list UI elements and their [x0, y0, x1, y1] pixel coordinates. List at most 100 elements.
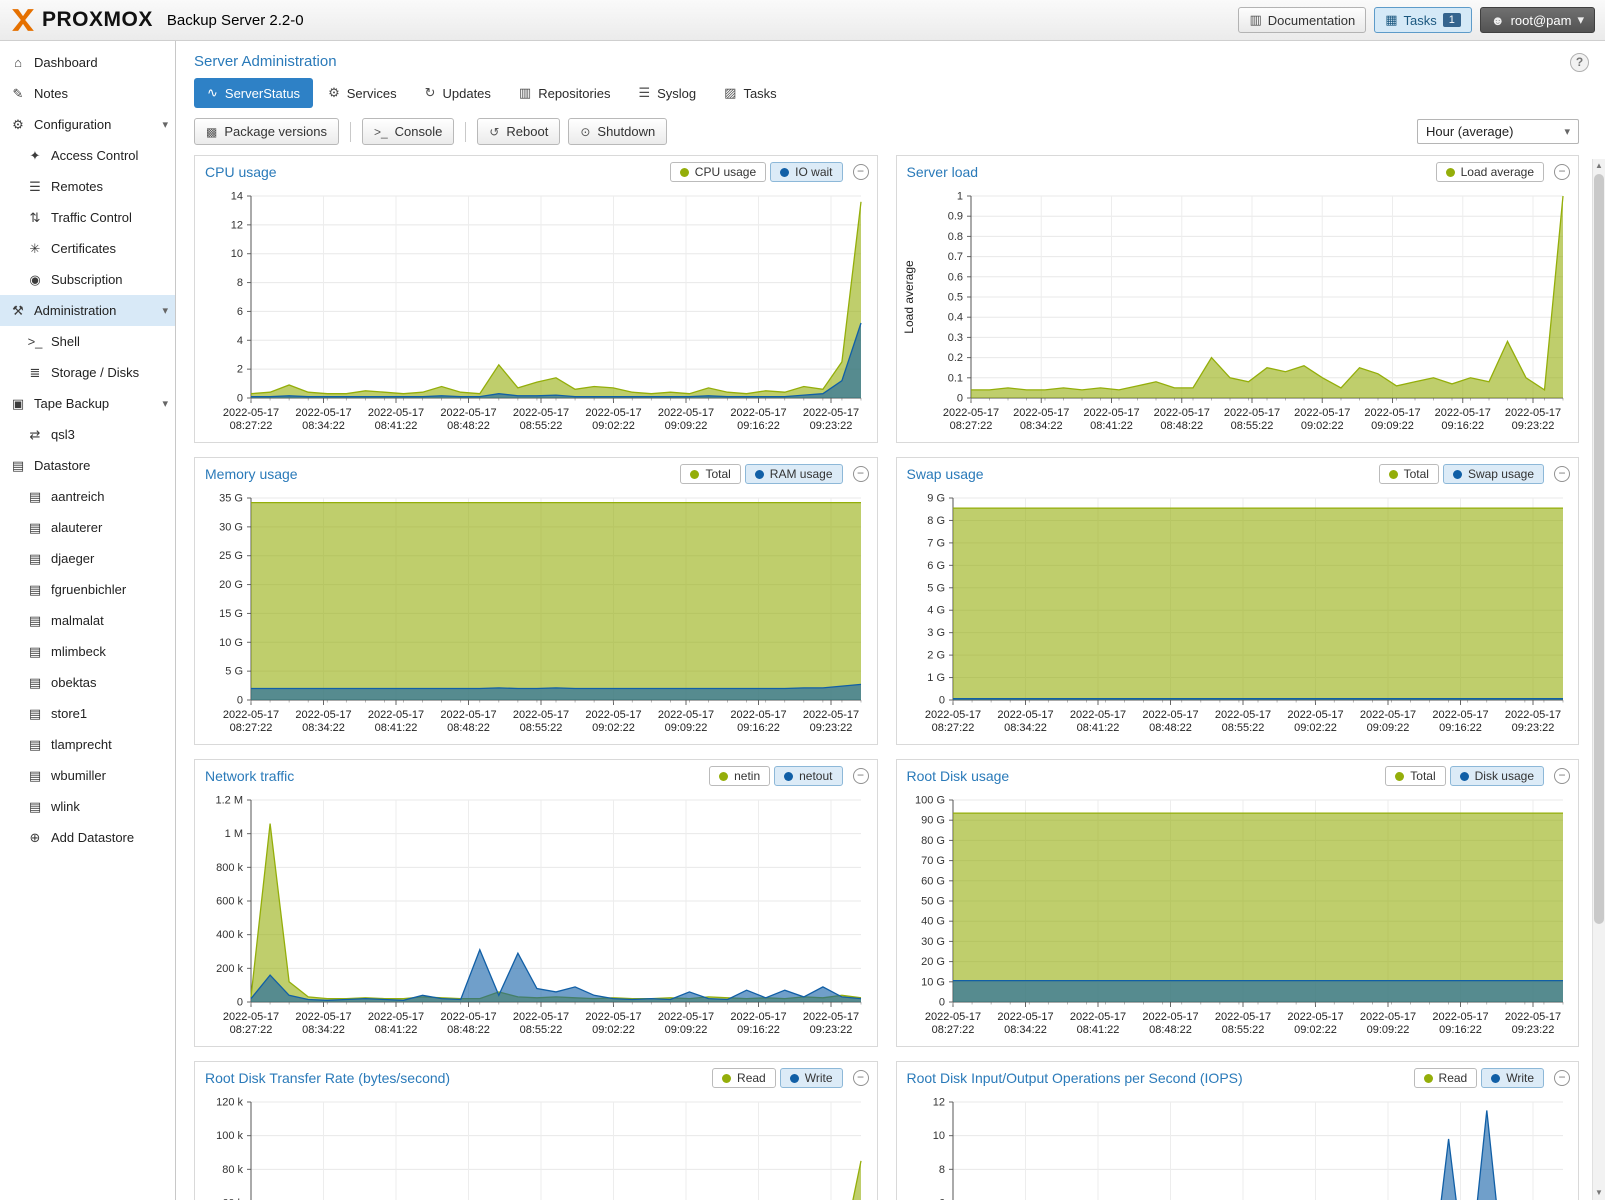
sidebar-item-remotes[interactable]: ☰Remotes — [0, 171, 175, 202]
svg-text:08:27:22: 08:27:22 — [931, 722, 974, 734]
sidebar-item-certificates[interactable]: ✳Certificates — [0, 233, 175, 264]
legend-button-write[interactable]: Write — [780, 1068, 843, 1088]
legend-button-cpu-usage[interactable]: CPU usage — [670, 162, 766, 182]
package-versions-button[interactable]: ▩ Package versions — [194, 118, 339, 145]
chart-canvas: 0246810122022-05-1708:27:222022-05-1708:… — [897, 1092, 1577, 1200]
legend-button-netin[interactable]: netin — [709, 766, 770, 786]
collapse-tool-icon[interactable]: − — [853, 768, 869, 784]
tab-syslog[interactable]: ☰ Syslog — [625, 78, 709, 108]
sidebar-item-notes[interactable]: ✎Notes — [0, 78, 175, 109]
legend-button-netout[interactable]: netout — [774, 766, 842, 786]
sidebar-item-add-datastore[interactable]: ⊕Add Datastore — [0, 822, 175, 853]
expander-arrow-icon[interactable]: ▾ — [162, 397, 168, 410]
sidebar-item-administration[interactable]: ⚒Administration▾ — [0, 295, 175, 326]
collapse-tool-icon[interactable]: − — [853, 164, 869, 180]
sidebar-item-storage-disks[interactable]: ≣Storage / Disks — [0, 357, 175, 388]
sidebar-item-datastore[interactable]: ▤Datastore — [0, 450, 175, 481]
user-menu-button[interactable]: ☻ root@pam ▾ — [1480, 7, 1595, 33]
sidebar-item-datastore-malmalat[interactable]: ▤malmalat — [0, 605, 175, 636]
legend-button-disk-usage[interactable]: Disk usage — [1450, 766, 1544, 786]
expander-arrow-icon[interactable]: ▾ — [162, 118, 168, 131]
sidebar-item-traffic-control[interactable]: ⇅Traffic Control — [0, 202, 175, 233]
legend-button-write[interactable]: Write — [1481, 1068, 1544, 1088]
sidebar-item-datastore-store1[interactable]: ▤store1 — [0, 698, 175, 729]
vertical-scrollbar[interactable]: ▲ ▼ — [1592, 159, 1605, 1200]
sidebar-item-subscription[interactable]: ◉Subscription — [0, 264, 175, 295]
sidebar-item-tape-backup[interactable]: ▣Tape Backup▾ — [0, 388, 175, 419]
svg-text:09:02:22: 09:02:22 — [1300, 420, 1343, 432]
collapse-tool-icon[interactable]: − — [1554, 1070, 1570, 1086]
svg-text:09:16:22: 09:16:22 — [1439, 1024, 1482, 1036]
svg-text:2022-05-17: 2022-05-17 — [803, 1011, 859, 1023]
legend-label: Read — [737, 1071, 766, 1085]
scroll-down-icon[interactable]: ▼ — [1593, 1186, 1605, 1200]
sidebar-item-label: fgruenbichler — [51, 582, 126, 597]
collapse-tool-icon[interactable]: − — [1554, 768, 1570, 784]
collapse-tool-icon[interactable]: − — [1554, 466, 1570, 482]
tab-tasks[interactable]: ▨ Tasks — [711, 78, 790, 108]
expander-arrow-icon[interactable]: ▾ — [162, 304, 168, 317]
sidebar-item-datastore-wlink[interactable]: ▤wlink — [0, 791, 175, 822]
sidebar-item-datastore-tlamprecht[interactable]: ▤tlamprecht — [0, 729, 175, 760]
help-button[interactable]: ? — [1570, 53, 1589, 72]
legend-button-read[interactable]: Read — [1414, 1068, 1478, 1088]
legend-button-total[interactable]: Total — [680, 464, 740, 484]
svg-text:09:02:22: 09:02:22 — [592, 1024, 635, 1036]
tab-updates[interactable]: ↻ Updates — [412, 78, 504, 108]
sidebar-item-qsl3[interactable]: ⇄qsl3 — [0, 419, 175, 450]
svg-text:2022-05-17: 2022-05-17 — [295, 709, 351, 721]
sidebar-item-configuration[interactable]: ⚙Configuration▾ — [0, 109, 175, 140]
svg-text:09:09:22: 09:09:22 — [1366, 1024, 1409, 1036]
remotes-icon: ☰ — [27, 179, 43, 195]
chart-panel-header: Network trafficnetinnetout− — [195, 760, 877, 790]
legend-button-swap-usage[interactable]: Swap usage — [1443, 464, 1544, 484]
sidebar-item-datastore-alauterer[interactable]: ▤alauterer — [0, 512, 175, 543]
sidebar-item-label: aantreich — [51, 489, 104, 504]
tab-label: Syslog — [657, 86, 696, 101]
sidebar-item-datastore-wbumiller[interactable]: ▤wbumiller — [0, 760, 175, 791]
sidebar-item-datastore-obektas[interactable]: ▤obektas — [0, 667, 175, 698]
legend-button-ram-usage[interactable]: RAM usage — [745, 464, 843, 484]
chart-title: Memory usage — [205, 466, 298, 482]
reboot-button[interactable]: ↺ Reboot — [477, 118, 560, 145]
console-button[interactable]: >_ Console — [362, 118, 454, 145]
sidebar-item-datastore-aantreich[interactable]: ▤aantreich — [0, 481, 175, 512]
collapse-tool-icon[interactable]: − — [853, 1070, 869, 1086]
svg-text:2022-05-17: 2022-05-17 — [1214, 1011, 1270, 1023]
legend-label: netout — [799, 769, 832, 783]
svg-text:50 G: 50 G — [921, 896, 945, 908]
chart-legend: CPU usageIO wait — [670, 162, 843, 182]
sidebar-item-datastore-mlimbeck[interactable]: ▤mlimbeck — [0, 636, 175, 667]
collapse-tool-icon[interactable]: − — [1554, 164, 1570, 180]
legend-button-io-wait[interactable]: IO wait — [770, 162, 842, 182]
legend-button-read[interactable]: Read — [712, 1068, 776, 1088]
legend-button-total[interactable]: Total — [1379, 464, 1439, 484]
tab-serverstatus[interactable]: ∿ ServerStatus — [194, 78, 313, 108]
svg-text:100 G: 100 G — [915, 795, 945, 807]
svg-text:2022-05-17: 2022-05-17 — [1153, 407, 1209, 419]
sidebar-item-dashboard[interactable]: ⌂Dashboard — [0, 47, 175, 78]
tab-repositories[interactable]: ▥ Repositories — [506, 78, 624, 108]
scrollbar-thumb[interactable] — [1594, 174, 1604, 924]
legend-dot-icon — [1395, 772, 1404, 781]
svg-text:10: 10 — [932, 1130, 944, 1142]
scroll-up-icon[interactable]: ▲ — [1593, 159, 1605, 173]
legend-button-load-average[interactable]: Load average — [1436, 162, 1544, 182]
shutdown-button[interactable]: ⊙ Shutdown — [568, 118, 667, 145]
sidebar-item-shell[interactable]: >_Shell — [0, 326, 175, 357]
datastore-mlimbeck-icon: ▤ — [27, 644, 43, 660]
sidebar-item-label: Configuration — [34, 117, 111, 132]
sidebar-item-datastore-djaeger[interactable]: ▤djaeger — [0, 543, 175, 574]
tasks-button[interactable]: ▦ Tasks 1 — [1374, 7, 1472, 33]
timeframe-select[interactable]: Hour (average) ▾ — [1417, 119, 1579, 144]
svg-text:2022-05-17: 2022-05-17 — [368, 407, 424, 419]
legend-button-total[interactable]: Total — [1385, 766, 1445, 786]
sidebar-item-datastore-fgruenbichler[interactable]: ▤fgruenbichler — [0, 574, 175, 605]
svg-text:08:55:22: 08:55:22 — [1221, 722, 1264, 734]
sidebar-item-access-control[interactable]: ✦Access Control — [0, 140, 175, 171]
svg-text:08:41:22: 08:41:22 — [375, 420, 418, 432]
documentation-button[interactable]: ▥ Documentation — [1238, 7, 1366, 33]
collapse-tool-icon[interactable]: − — [853, 466, 869, 482]
svg-text:1 G: 1 G — [927, 672, 945, 684]
tab-services[interactable]: ⚙ Services — [315, 78, 410, 108]
